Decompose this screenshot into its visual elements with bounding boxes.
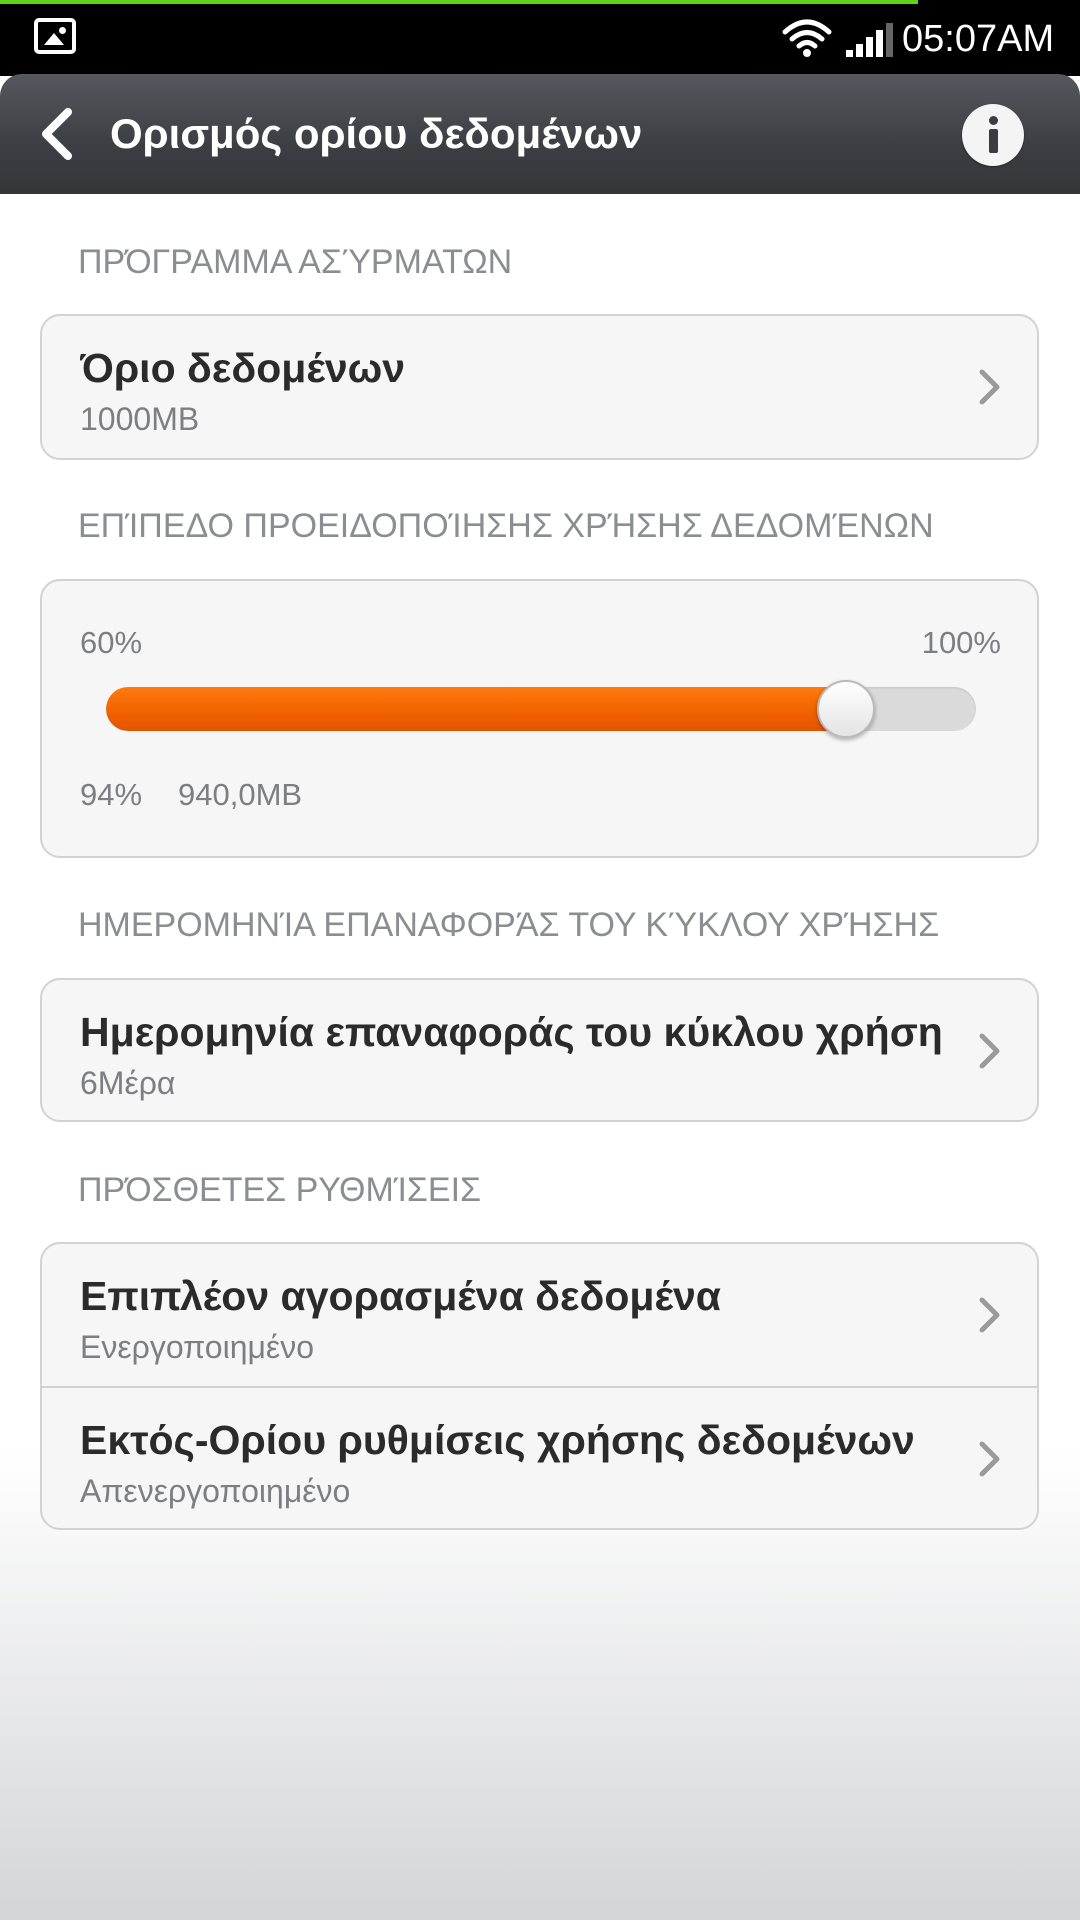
purchased-data-row[interactable]: Επιπλέον αγορασμένα δεδομένα Ενεργοποιημ… (42, 1244, 1037, 1386)
section-header-reset: ΗΜΕΡΟΜΗΝΊΑ ΕΠΑΝΑΦΟΡΆΣ ΤΟΥ ΚΎΚΛΟΥ ΧΡΉΣΗΣ (78, 906, 940, 944)
info-icon (989, 116, 998, 125)
reset-date-row[interactable]: Ημερομηνία επαναφοράς του κύκλου χρήση 6… (42, 980, 1037, 1120)
slider-min-label: 60% (80, 625, 143, 660)
data-limit-row[interactable]: Όριο δεδομένων 1000MB (42, 316, 1037, 458)
slider-thumb[interactable] (816, 680, 875, 738)
warning-mb-value: 940,0MB (178, 777, 303, 812)
reset-date-value: 6Μέρα (80, 1065, 176, 1101)
reset-date-title: Ημερομηνία επαναφοράς του κύκλου χρήση (80, 1009, 943, 1055)
chevron-right-icon (979, 1297, 1000, 1333)
slider-max-label: 100% (921, 625, 1001, 660)
signal-strength-icon (846, 23, 893, 57)
status-progress-bar (0, 0, 918, 4)
chevron-right-icon (979, 1441, 1000, 1477)
over-limit-row[interactable]: Εκτός-Ορίου ρυθμίσεις χρήσης δεδομένων Α… (42, 1388, 1037, 1528)
reset-date-card: Ημερομηνία επαναφοράς του κύκλου χρήση 6… (40, 978, 1039, 1122)
warning-level-card: 60% 100% 94% 940,0MB (40, 579, 1039, 858)
section-header-extra: ΠΡΌΣΘΕΤΕΣ ΡΥΘΜΊΣΕΙΣ (78, 1171, 482, 1209)
extra-settings-card: Επιπλέον αγορασμένα δεδομένα Ενεργοποιημ… (40, 1242, 1039, 1530)
warning-percent-value: 94% (80, 777, 143, 812)
status-bar: 05:07AM (0, 0, 1080, 76)
data-limit-card: Όριο δεδομένων 1000MB (40, 314, 1039, 460)
back-arrow-icon[interactable] (36, 104, 80, 164)
over-limit-title: Εκτός-Ορίου ρυθμίσεις χρήσης δεδομένων (80, 1417, 915, 1463)
slider-fill (106, 687, 846, 731)
wifi-icon (782, 19, 832, 57)
status-time: 05:07AM (902, 18, 1055, 60)
data-limit-value: 1000MB (80, 401, 200, 437)
purchased-data-title: Επιπλέον αγορασμένα δεδομένα (80, 1273, 722, 1319)
page-title: Ορισμός ορίου δεδομένων (110, 110, 643, 157)
gallery-notification-icon (34, 18, 76, 54)
info-button[interactable] (962, 104, 1024, 166)
data-limit-title: Όριο δεδομένων (80, 345, 406, 391)
chevron-right-icon (979, 369, 1000, 405)
section-header-plan: ΠΡΌΓΡΑΜΜΑ ΑΣΎΡΜΑΤΩΝ (78, 243, 513, 281)
section-header-warning: ΕΠΊΠΕΔΟ ΠΡΟΕΙΔΟΠΟΊΗΣΗΣ ΧΡΉΣΗΣ ΔΕΔΟΜΈΝΩΝ (78, 507, 934, 545)
over-limit-status: Απενεργοποιημένο (80, 1473, 351, 1509)
purchased-data-status: Ενεργοποιημένο (80, 1329, 314, 1365)
chevron-right-icon (979, 1033, 1000, 1069)
action-bar: Ορισμός ορίου δεδομένων (0, 74, 1080, 194)
